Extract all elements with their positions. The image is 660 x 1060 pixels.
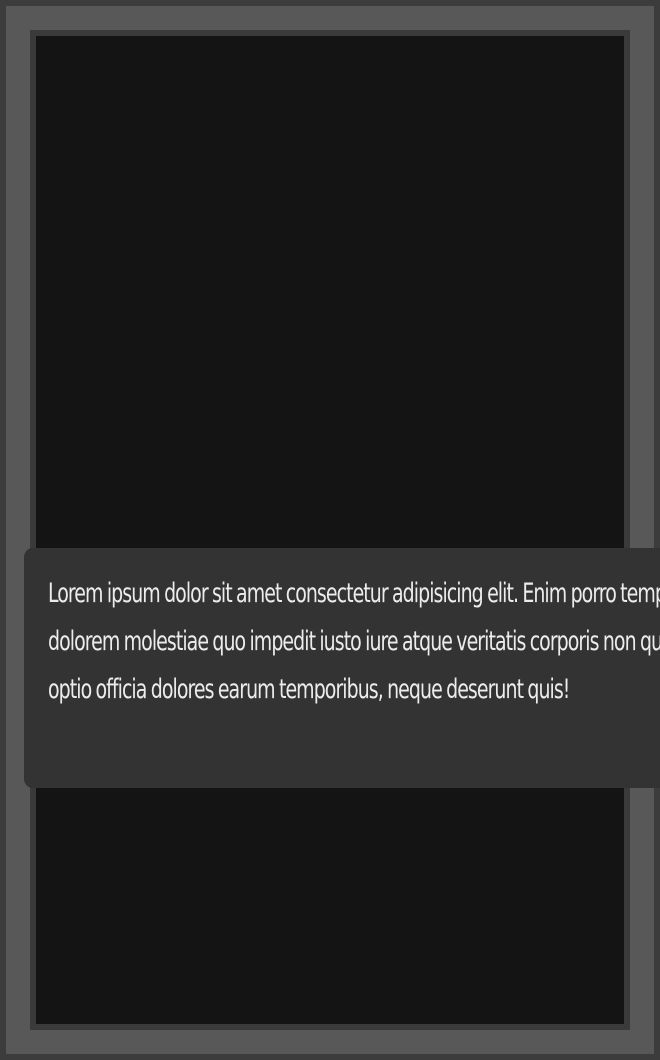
outer-frame	[0, 0, 660, 1060]
screen-area	[36, 36, 624, 1024]
